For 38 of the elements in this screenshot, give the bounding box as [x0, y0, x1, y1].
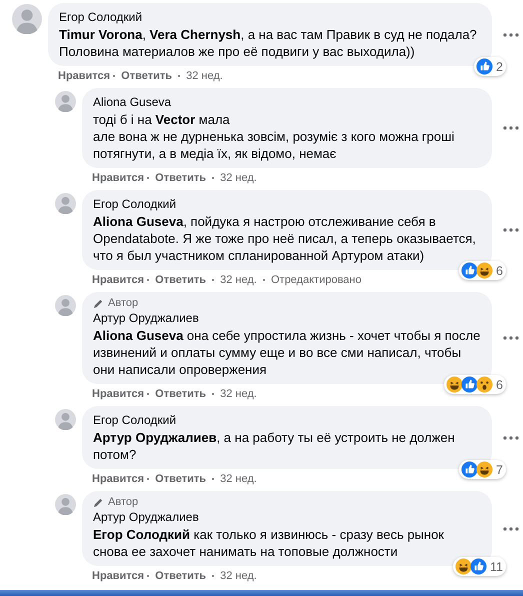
reaction-count[interactable]: 7 — [459, 460, 506, 479]
reaction-count[interactable]: 2 — [474, 57, 506, 76]
author-name[interactable]: Егор Солодкий — [59, 10, 142, 25]
author-name[interactable]: Артур Оруджалиев — [93, 510, 199, 525]
comment-action-link[interactable]: Ответить — [155, 388, 206, 400]
author-label: Автор — [108, 496, 138, 508]
reaction-count[interactable]: 6 — [444, 375, 506, 394]
comment-action-link[interactable]: Ответить — [155, 570, 206, 582]
comment-action-link[interactable]: Нравится — [92, 172, 144, 184]
comment-time[interactable]: 32 нед. — [220, 172, 257, 184]
comment-text: Aliona Guseva, пойдука я настрою отслеживание себя в Opendatabote. Я же тоже про неё писал, а теперь оказывается, что я был участником спланированной Артуром атаки) — [93, 213, 477, 264]
comment-time[interactable]: 32 нед. — [220, 274, 257, 286]
comment-action-link[interactable]: Нравится — [92, 473, 144, 485]
comment-time[interactable]: 32 нед. — [220, 473, 257, 485]
author-name[interactable]: Aliona Guseva — [93, 95, 172, 110]
comment-action-link[interactable]: Нравится — [92, 388, 144, 400]
comment-text: Егор Солодкий как только я извинюсь - сразу весь рынок снова ее захочет нанимать на топовые должности — [93, 526, 445, 560]
comment-action-link[interactable]: Ответить — [155, 274, 206, 286]
comment-action-link[interactable]: Нравится — [92, 274, 144, 286]
reaction-count[interactable]: 6 — [459, 261, 506, 280]
reaction-count[interactable]: 11 — [453, 557, 506, 576]
author-name[interactable]: Егор Солодкий — [93, 197, 176, 212]
comment-action-link[interactable]: Ответить — [155, 172, 206, 184]
comment-text: Aliona Guseva она себе упростила жизнь - хочет чтобы я после извинений и оплаты сумму еще и во все сми написал, чтобы они написали опровержения — [93, 327, 481, 378]
comment-time[interactable]: 32 нед. — [186, 70, 223, 82]
comment-text: тоді б і на Vector мала але вона ж не дурненька зовсім, розуміє з кого можна гроші потягнути, а в медіа їх, як відомо, немає — [93, 111, 456, 162]
comment-action-link[interactable]: Нравится — [58, 70, 110, 82]
edited-label: Отредактировано — [270, 274, 362, 286]
comment-time[interactable]: 32 нед. — [220, 570, 257, 582]
author-name[interactable]: Артур Оруджалиев — [93, 311, 199, 326]
comment-action-link[interactable]: Нравится — [92, 570, 144, 582]
author-label: Автор — [108, 297, 138, 309]
comment-action-link[interactable]: Ответить — [155, 473, 206, 485]
comment-action-link[interactable]: Ответить — [121, 70, 172, 82]
author-name[interactable]: Егор Солодкий — [93, 413, 176, 428]
comment-text: Timur Vorona, Vera Chernysh, а на вас там Правик в суд не подала? Половина материалов же про её подвиги у вас выходила)) — [59, 26, 478, 60]
comment-time[interactable]: 32 нед. — [220, 388, 257, 400]
comment-text: Артур Оруджалиев, а на работу ты её устроить не должен потом? — [93, 429, 456, 463]
